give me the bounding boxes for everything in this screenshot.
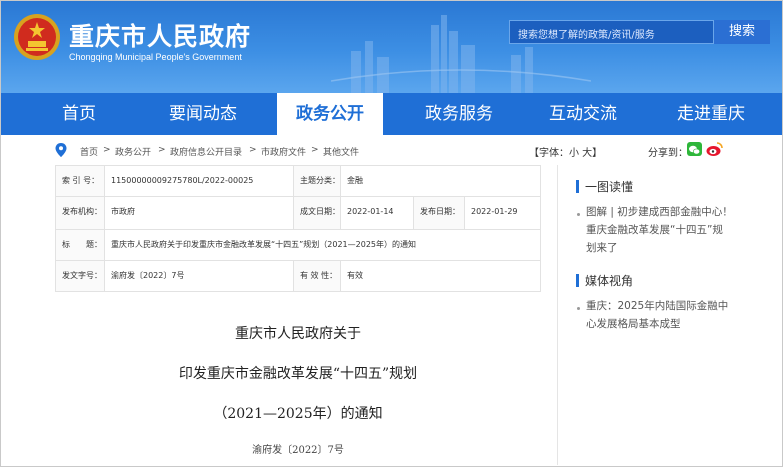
- main-nav: 首页 要闻动态 政务公开 政务服务 互动交流 走进重庆: [1, 93, 782, 135]
- document-number: 渝府发〔2022〕7号: [252, 445, 344, 456]
- location-pin-icon: [55, 143, 67, 157]
- created-date-label: 成文日期：: [293, 196, 341, 230]
- sidebar-section-infographic: 一图读懂: [585, 180, 634, 194]
- breadcrumb-home[interactable]: 首页: [80, 145, 98, 158]
- national-emblem-icon: [14, 14, 60, 60]
- document-title-line-1: 重庆市人民政府关于: [235, 326, 361, 342]
- breadcrumb-sep: >: [249, 145, 257, 155]
- publisher-label: 发布机构：: [55, 196, 105, 230]
- published-date-label: 发布日期：: [413, 196, 465, 230]
- topic-value: 金融: [340, 165, 541, 197]
- doc-number-label: 发文字号：: [55, 260, 105, 292]
- nav-item-about[interactable]: 走进重庆: [661, 93, 761, 135]
- sidebar-section-media: 媒体视角: [585, 274, 634, 288]
- section-marker: [576, 274, 579, 287]
- bullet-icon: [577, 213, 580, 216]
- page-frame: 重庆市人民政府 Chongqing Municipal People's Gov…: [0, 0, 783, 467]
- title-value: 重庆市人民政府关于印发重庆市金融改革发展“十四五”规划（2021—2025年）的…: [104, 229, 541, 261]
- sidebar-media-link[interactable]: 重庆：2025年内陆国际金融中 心发展格局基本成型: [586, 297, 728, 333]
- weibo-share-icon[interactable]: [706, 141, 723, 157]
- link-line: 重庆金融改革发展“十四五”规: [586, 224, 723, 236]
- sidebar-divider: [557, 165, 558, 465]
- link-line: 图解 | 初步建成西部金融中心！: [586, 206, 733, 218]
- nav-item-news[interactable]: 要闻动态: [153, 93, 253, 135]
- breadcrumb-city-files[interactable]: 市政府文件: [261, 145, 306, 158]
- site-title[interactable]: 重庆市人民政府: [69, 17, 251, 53]
- created-date-value: 2022-01-14: [340, 196, 414, 230]
- published-date-value: 2022-01-29: [464, 196, 541, 230]
- nav-item-interaction[interactable]: 互动交流: [533, 93, 633, 135]
- search-placeholder: 搜索您想了解的政策/资讯/服务: [518, 30, 655, 41]
- breadcrumb-catalog[interactable]: 政府信息公开目录: [170, 145, 242, 158]
- index-value: 11500000009275780L/2022-00025: [104, 165, 294, 197]
- search-input[interactable]: 搜索您想了解的政策/资讯/服务: [509, 20, 714, 44]
- font-size-control[interactable]: 【字体：小 大】: [529, 144, 602, 159]
- title-label: 标 题：: [55, 229, 105, 261]
- link-line: 划来了: [586, 242, 618, 254]
- breadcrumb-gov-affairs[interactable]: 政务公开: [115, 145, 151, 158]
- link-line: 重庆：2025年内陆国际金融中: [586, 300, 729, 312]
- breadcrumb-other-files[interactable]: 其他文件: [323, 145, 359, 158]
- section-marker: [576, 180, 579, 193]
- document-title-line-3: （2021—2025年）的通知: [213, 406, 383, 422]
- breadcrumb-sep: >: [103, 145, 111, 155]
- topic-label: 主题分类：: [293, 165, 341, 197]
- site-subtitle: Chongqing Municipal People's Government: [69, 52, 242, 62]
- search-button[interactable]: 搜索: [714, 20, 770, 44]
- publisher-value: 市政府: [104, 196, 294, 230]
- bullet-icon: [577, 307, 580, 310]
- nav-item-gov-affairs[interactable]: 政务公开: [277, 93, 383, 135]
- validity-label: 有 效 性：: [293, 260, 341, 292]
- nav-item-home[interactable]: 首页: [39, 93, 119, 135]
- link-line: 心发展格局基本成型: [586, 318, 681, 330]
- validity-value: 有效: [340, 260, 541, 292]
- breadcrumb-sep: >: [311, 145, 319, 155]
- share-label: 分享到：: [648, 148, 688, 159]
- site-header: 重庆市人民政府 Chongqing Municipal People's Gov…: [1, 1, 782, 93]
- breadcrumb-sep: >: [158, 145, 166, 155]
- nav-item-services[interactable]: 政务服务: [409, 93, 509, 135]
- index-label: 索 引 号：: [55, 165, 105, 197]
- doc-number-value: 渝府发〔2022〕7号: [104, 260, 294, 292]
- sidebar-infographic-link[interactable]: 图解 | 初步建成西部金融中心！ 重庆金融改革发展“十四五”规 划来了: [586, 203, 733, 257]
- document-title-line-2: 印发重庆市金融改革发展“十四五”规划: [178, 366, 418, 382]
- wechat-share-icon[interactable]: [687, 142, 702, 156]
